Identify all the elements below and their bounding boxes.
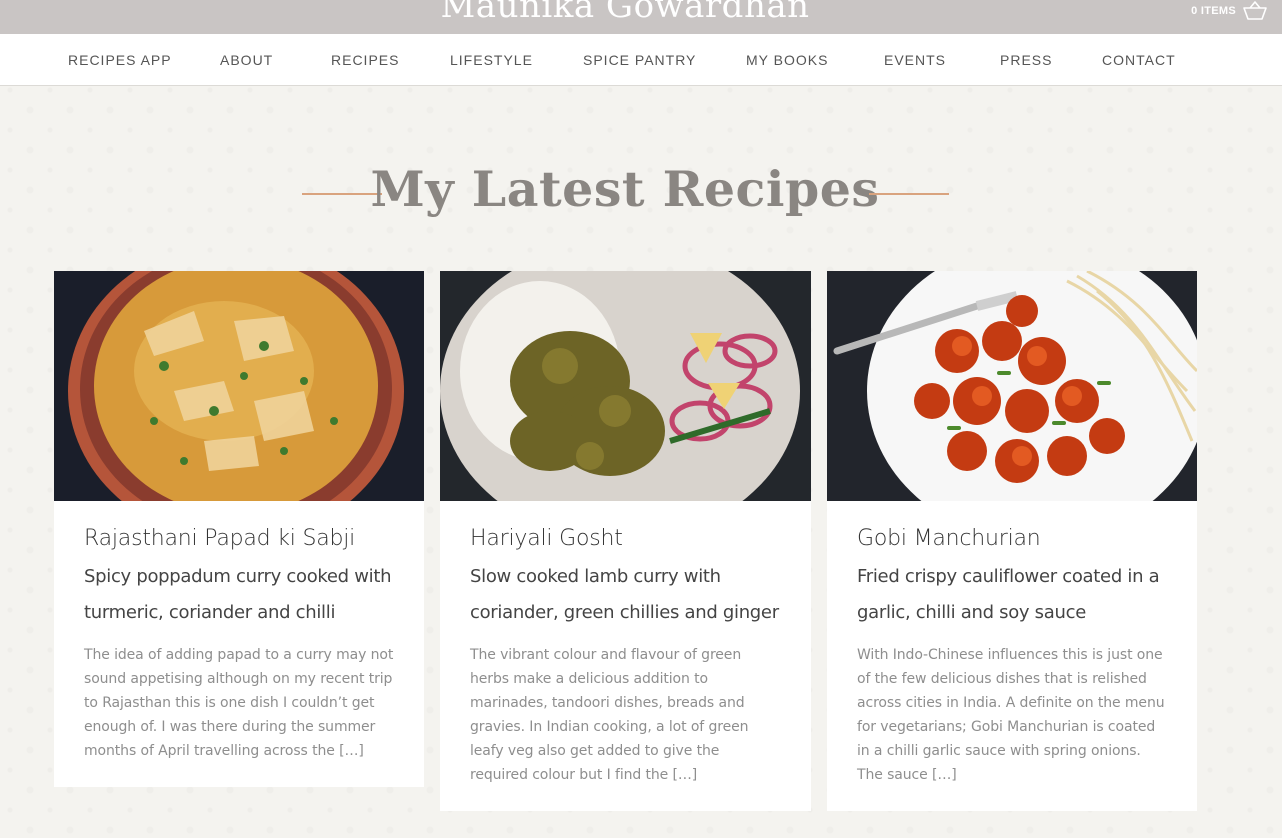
site-title[interactable]: Maunika Gowardhan: [0, 0, 1250, 26]
recipe-image[interactable]: [827, 271, 1197, 501]
recipe-title[interactable]: Rajasthani Papad ki Sabji: [84, 525, 394, 553]
latest-recipes-header: My Latest Recipes: [0, 158, 1250, 228]
recipe-title[interactable]: Gobi Manchurian: [857, 525, 1167, 553]
nav-item-lifestyle[interactable]: LIFESTYLE: [450, 52, 533, 68]
recipe-excerpt: The vibrant colour and flavour of green …: [470, 647, 749, 783]
recipe-subtitle: Slow cooked lamb curry with coriander, g…: [470, 566, 779, 623]
recipe-image[interactable]: [54, 271, 424, 501]
recipe-card-body: Hariyali Gosht Slow cooked lamb curry wi…: [440, 501, 811, 811]
recipe-card[interactable]: Rajasthani Papad ki Sabji Spicy poppadum…: [54, 271, 424, 787]
recipe-image[interactable]: [440, 271, 811, 501]
recipe-subtitle: Fried crispy cauliflower coated in a gar…: [857, 566, 1160, 623]
recipe-card-body: Rajasthani Papad ki Sabji Spicy poppadum…: [54, 501, 424, 787]
nav-item-recipes-app[interactable]: RECIPES APP: [68, 52, 172, 68]
nav-item-about[interactable]: ABOUT: [220, 52, 273, 68]
recipe-excerpt: The idea of adding papad to a curry may …: [84, 647, 394, 759]
recipe-excerpt: With Indo-Chinese influences this is jus…: [857, 647, 1165, 783]
recipe-card[interactable]: Hariyali Gosht Slow cooked lamb curry wi…: [440, 271, 811, 811]
main-nav: RECIPES APP ABOUT RECIPES LIFESTYLE SPIC…: [0, 34, 1282, 86]
section-heading: My Latest Recipes: [370, 160, 880, 218]
recipe-card[interactable]: Gobi Manchurian Fried crispy cauliflower…: [827, 271, 1197, 811]
cart-button[interactable]: 0 ITEMS: [1191, 1, 1268, 21]
recipe-title[interactable]: Hariyali Gosht: [470, 525, 781, 553]
heading-divider-right: [869, 193, 949, 195]
recipe-subtitle: Spicy poppadum curry cooked with turmeri…: [84, 566, 392, 623]
nav-item-recipes[interactable]: RECIPES: [331, 52, 399, 68]
recipe-card-body: Gobi Manchurian Fried crispy cauliflower…: [827, 501, 1197, 811]
basket-icon: [1242, 1, 1268, 21]
cart-count: 0 ITEMS: [1191, 5, 1236, 17]
nav-item-contact[interactable]: CONTACT: [1102, 52, 1176, 68]
nav-item-events[interactable]: EVENTS: [884, 52, 946, 68]
top-bar: Maunika Gowardhan 0 ITEMS: [0, 0, 1282, 34]
nav-item-press[interactable]: PRESS: [1000, 52, 1052, 68]
nav-item-spice-pantry[interactable]: SPICE PANTRY: [583, 52, 696, 68]
nav-item-my-books[interactable]: MY BOOKS: [746, 52, 828, 68]
